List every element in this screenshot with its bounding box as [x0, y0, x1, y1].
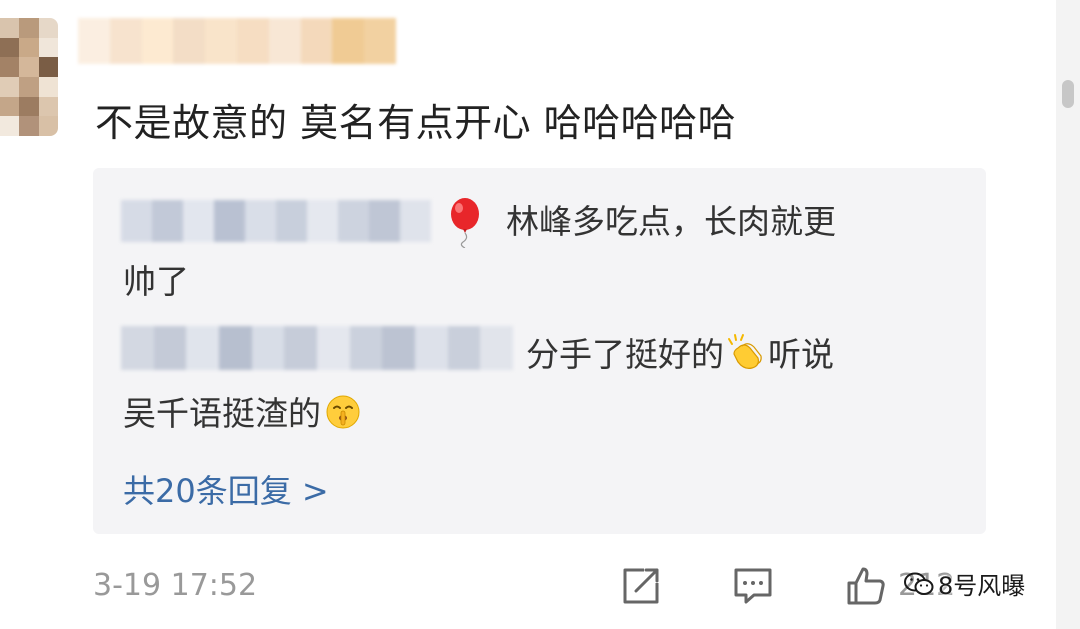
- reply-box[interactable]: 林峰多吃点，长肉就更 帅了 分手了挺好的 听说 吴千语挺渣的 共20条回复 >: [93, 168, 986, 534]
- comment-icon[interactable]: [732, 565, 774, 607]
- like-icon[interactable]: [845, 565, 887, 607]
- reply-text: 吴千语挺渣的: [123, 394, 321, 433]
- clapping-hands-icon: [728, 334, 762, 369]
- watermark: 8号风曝: [904, 566, 1025, 601]
- reply-text-line: 林峰多吃点，长肉就更: [506, 202, 836, 242]
- reply-text: 林峰多吃点，长肉就更: [506, 202, 836, 241]
- avatar[interactable]: [0, 18, 58, 136]
- reply-text: 帅了: [123, 262, 189, 301]
- shushing-face-icon: [326, 395, 360, 429]
- reply-text-line: 帅了: [123, 262, 189, 302]
- more-replies-link[interactable]: 共20条回复 >: [123, 466, 329, 512]
- comment-text: 不是故意的 莫名有点开心 哈哈哈哈哈: [95, 101, 737, 145]
- share-icon[interactable]: [620, 565, 662, 607]
- wechat-icon: [904, 572, 934, 595]
- reply-text: 分手了挺好的: [526, 335, 724, 374]
- username-blurred[interactable]: [78, 18, 396, 64]
- reply-text-line: 分手了挺好的 听说: [526, 332, 834, 375]
- reply-username-blurred[interactable]: [121, 326, 514, 370]
- watermark-text: 8号风曝: [938, 572, 1026, 600]
- reply-text-line: 吴千语挺渣的: [123, 394, 361, 434]
- reply-text: 听说: [768, 335, 834, 374]
- scrollbar-thumb[interactable]: [1062, 80, 1074, 108]
- reply-username-blurred[interactable]: [121, 200, 431, 242]
- comment-timestamp: 3-19 17:52: [93, 568, 258, 603]
- balloon-icon: [451, 198, 479, 248]
